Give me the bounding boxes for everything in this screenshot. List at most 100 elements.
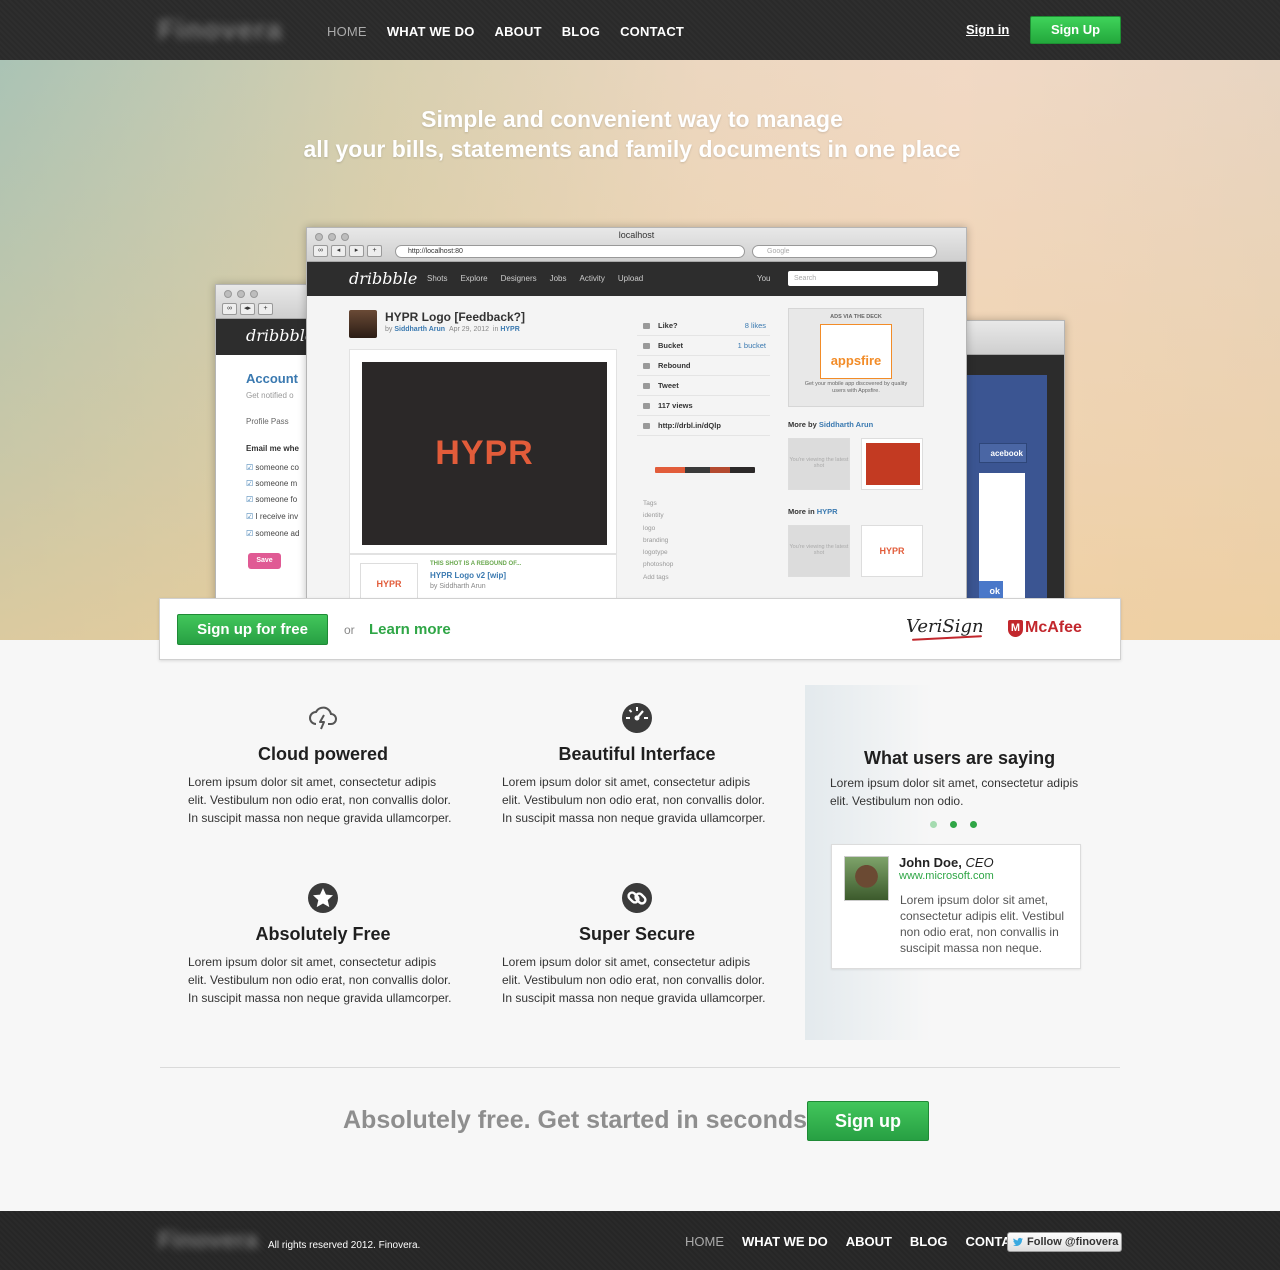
window-controls [224,290,258,298]
address-bar: http://localhost:80 [395,245,745,258]
browser-toolbar: localhost ∞ ◂ ▸ + http://localhost:80 Googl… [307,228,966,262]
testimonial-quote: Lorem ipsum dolor sit amet, consectetur … [900,893,1065,955]
feature-text: Lorem ipsum dolor sit amet, consectetur … [502,775,766,825]
twitter-bird-icon [1013,1237,1023,1247]
dribbble-navbar: dribbble Shots Explore Designers Jobs Ac… [307,262,966,296]
mcafee-label: McAfee [1025,619,1082,636]
meta-row: http://drbl.in/dQlp [637,416,770,436]
tags-heading: Tags [643,500,657,507]
twitter-follow-button[interactable]: Follow @finovera [1007,1232,1122,1252]
tag-item: photoshop [643,561,674,569]
dribbble-nav-item: Explore [460,274,488,283]
rebound-thumb: HYPR [360,563,418,601]
more-thumb: You're viewing the latest shot [788,525,850,577]
tags-list: Tags identity logo branding logotype pho… [643,498,768,584]
meta-row: Bucket 1 bucket [637,336,770,356]
twitter-follow-label: Follow @finovera [1027,1236,1119,1248]
feature-title: Beautiful Interface [558,744,716,764]
account-subtitle: Get notified o [246,391,294,400]
browser-toolbar [951,321,1064,355]
checkbox-item: someone co [246,463,299,472]
ad-text: Get your mobile app discovered by qualit… [804,381,908,394]
meta-row: Like? 8 likes [637,316,770,336]
footer-nav-home[interactable]: HOME [685,1234,724,1249]
carousel-dot[interactable] [930,821,937,828]
main-nav: HOME WHAT WE DO ABOUT BLOG CONTACT [327,24,684,39]
nav-what-we-do[interactable]: WHAT WE DO [387,24,475,39]
feature-title: Cloud powered [258,744,388,764]
learn-more-link[interactable]: Learn more [369,621,451,638]
site-logo[interactable]: Finovera [158,14,283,46]
account-title: Account [246,371,298,386]
mcafee-shield-icon: M [1008,619,1023,637]
dribbble-nav-item: Upload [617,274,644,283]
nav-about[interactable]: ABOUT [495,24,542,39]
footer-logo[interactable]: Finovera [158,1227,258,1255]
dribbble-logo: dribbble [349,269,418,288]
testimonials-section: What users are saying Lorem ipsum dolor … [805,685,1125,1040]
nav-home[interactable]: HOME [327,24,367,39]
cloud-lightning-icon [309,706,337,730]
feature-text: Lorem ipsum dolor sit amet, consectetur … [502,955,766,1005]
testimonials-intro: Lorem ipsum dolor sit amet, consectetur … [830,776,1079,808]
tag-item: logotype [643,549,668,557]
rebound-card: HYPR THIS SHOT IS A REBOUND OF... HYPR L… [349,554,617,601]
checkbox-item: someone m [246,479,297,488]
testimonial-site-link[interactable]: www.microsoft.com [899,870,994,882]
bottom-cta-text: Absolutely free. Get started in seconds [343,1106,808,1134]
shot-title: HYPR Logo [Feedback?] [385,310,526,324]
footer-nav-what-we-do[interactable]: WHAT WE DO [742,1234,828,1249]
avatar [844,856,889,901]
hero-title: Simple and convenient way to manage all … [0,104,1264,164]
facebook-panel: acebook our t? ok [967,375,1047,603]
feature-text: Lorem ipsum dolor sit amet, consectetur … [188,955,452,1005]
signup-free-button[interactable]: Sign up for free [177,614,328,645]
carousel-dot[interactable] [970,821,977,828]
ad-heading: ADS VIA THE DECK [830,314,882,320]
feature-free: Absolutely Free Lorem ipsum dolor sit am… [163,882,483,1007]
tag-item: branding [643,536,669,544]
footer: Finovera All rights reserved 2012. Finov… [0,1211,1280,1270]
email-me-heading: Email me whe [246,444,299,453]
bottom-signup-button[interactable]: Sign up [807,1101,929,1141]
save-button: Save [248,553,281,569]
nav-contact[interactable]: CONTACT [620,24,684,39]
footer-nav-about[interactable]: ABOUT [846,1234,892,1249]
testimonials-title: What users are saying [864,748,1056,768]
signup-button[interactable]: Sign Up [1030,16,1121,44]
color-palette [655,467,755,473]
signin-link[interactable]: Sign in [966,22,1009,37]
divider [160,1067,1120,1068]
mcafee-logo: M McAfee [1008,619,1082,637]
dribbble-nav-item: Shots [427,274,448,283]
carousel-dot[interactable] [950,821,957,828]
footer-nav-blog[interactable]: BLOG [910,1234,948,1249]
nav-blog[interactable]: BLOG [562,24,600,39]
account-tabs: Profile Pass [246,417,289,426]
footer-nav: HOME WHAT WE DO ABOUT BLOG CONTACT [685,1234,1028,1249]
copyright: All rights reserved 2012. Finovera. [268,1240,421,1251]
hero-title-line-1: Simple and convenient way to manage [421,106,843,132]
facebook-button: acebook [979,443,1027,463]
rebound-title: HYPR Logo v2 [wip] [430,571,506,580]
dribbble-user: You [757,274,771,283]
browser-nav-buttons: ∞◂▸+ [313,245,382,257]
shot-image: HYPR [362,362,607,545]
browser-window-title: localhost [618,230,655,240]
cta-bar: Sign up for free or Learn more VeriSign … [159,598,1121,660]
carousel-dots [930,821,977,828]
shot-byline: by Siddharth Arun Apr 29, 2012 in HYPR [385,326,520,333]
feature-secure: Super Secure Lorem ipsum dolor sit amet,… [477,882,797,1007]
facebook-text: our t? [979,543,999,572]
more-thumb [861,438,923,490]
more-thumb: You're viewing the latest shot [788,438,850,490]
dribbble-nav-item: Jobs [549,274,567,283]
or-text: or [344,623,355,637]
shot-card: HYPR [349,349,617,554]
hero-title-line-2: all your bills, statements and family do… [303,136,961,162]
screenshot-main-window: localhost ∞ ◂ ▸ + http://localhost:80 Googl… [306,227,967,602]
feature-title: Super Secure [578,924,696,944]
link-icon [622,883,652,913]
rebound-byline: by Siddharth Arun [430,583,486,590]
add-tags-link: Add tags [643,573,669,581]
